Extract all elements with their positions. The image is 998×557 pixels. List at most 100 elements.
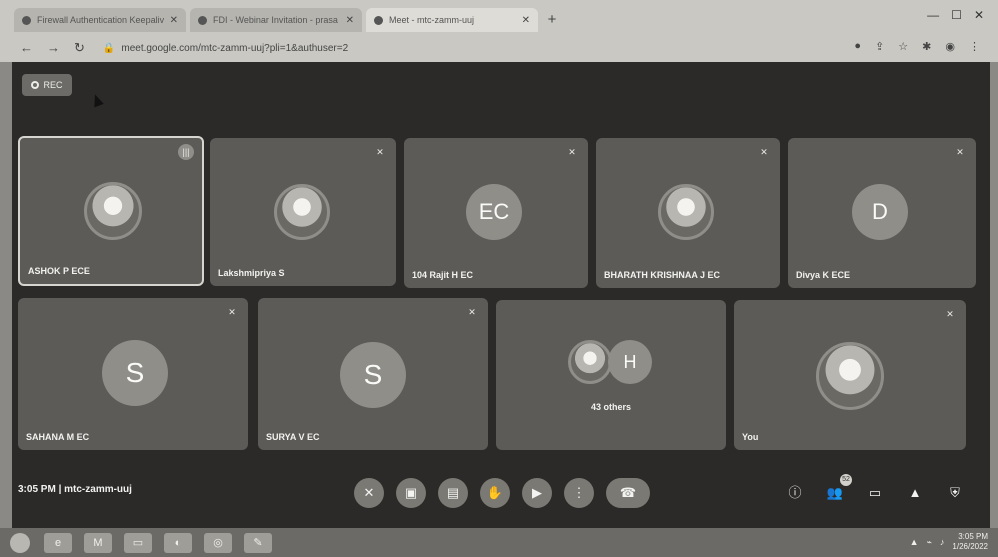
- close-window-icon[interactable]: ✕: [974, 8, 984, 22]
- maximize-icon[interactable]: ☐: [951, 8, 962, 22]
- mic-toggle-button[interactable]: ✕: [354, 478, 384, 508]
- tab-firewall[interactable]: Firewall Authentication Keepalive ✕: [14, 8, 186, 32]
- participant-name: BHARATH KRISHNAA J EC: [604, 270, 721, 280]
- avatar: S: [102, 340, 168, 406]
- system-tray: ▲ ⌁ ♪ 3:05 PM 1/26/2022: [910, 532, 988, 552]
- folder-icon[interactable]: ▭: [124, 532, 152, 553]
- mic-off-icon: ✕: [946, 309, 954, 319]
- mic-off-icon: ✕: [376, 147, 384, 157]
- volume-icon[interactable]: ♪: [940, 537, 945, 547]
- share-icon[interactable]: ⇪: [875, 40, 884, 53]
- avatar: EC: [466, 184, 522, 240]
- url-field[interactable]: 🔒 meet.google.com/mtc-zamm-uuj?pli=1&aut…: [103, 43, 348, 54]
- nav-buttons: ← → ↻: [20, 40, 85, 56]
- raise-hand-button[interactable]: ✋: [480, 478, 510, 508]
- meeting-details-icon[interactable]: ⓘ: [784, 482, 806, 504]
- menu-icon[interactable]: ⋮: [969, 40, 980, 53]
- mouse-cursor-icon: [90, 92, 104, 108]
- windows-taskbar: e M ▭ ◐ ◎ ✎ ▲ ⌁ ♪ 3:05 PM 1/26/2022: [0, 528, 998, 557]
- participant-tile[interactable]: ✕ You: [734, 300, 966, 450]
- forward-icon[interactable]: →: [47, 40, 60, 56]
- speaking-indicator-icon: |||: [178, 144, 194, 160]
- rec-label: REC: [43, 80, 63, 90]
- participant-tile[interactable]: ✕ S SURYA V EC: [258, 298, 488, 450]
- tray-arrow-icon[interactable]: ▲: [910, 537, 919, 547]
- ie-icon[interactable]: e: [44, 532, 72, 553]
- paint-icon[interactable]: ✎: [244, 532, 272, 553]
- participant-name: You: [742, 432, 759, 442]
- meeting-toolbar: 3:05 PM | mtc-zamm-uuj ✕ ▣ ▤ ✋ ▶ ⋮ ☎ ⓘ 👥…: [12, 458, 990, 528]
- start-icon[interactable]: [10, 532, 30, 553]
- browser-toolbar: ● ⇪ ☆ ✱ ◉ ⋮: [854, 40, 980, 53]
- activities-icon[interactable]: ▲: [904, 482, 926, 504]
- avatar: [658, 184, 714, 240]
- lock-icon: 🔒: [102, 42, 116, 54]
- participant-tile[interactable]: ✕ EC 104 Rajit H EC: [404, 138, 588, 288]
- window-controls: — ☐ ✕: [927, 8, 984, 22]
- participant-name: Lakshmipriya S: [218, 268, 285, 278]
- meet-window: REC ||| ASHOK P ECE ✕ Lakshmipriya S ✕ E…: [12, 62, 990, 528]
- clock[interactable]: 3:05 PM 1/26/2022: [952, 532, 988, 552]
- present-button[interactable]: ▶: [522, 478, 552, 508]
- participant-name: ASHOK P ECE: [28, 266, 90, 276]
- url-text: meet.google.com/mtc-zamm-uuj?pli=1&authu…: [121, 42, 349, 54]
- mic-off-icon: ✕: [568, 147, 576, 157]
- avatar: H: [608, 340, 652, 384]
- clock-date: 1/26/2022: [952, 542, 988, 551]
- tab-title: Meet - mtc-zamm-uuj: [389, 15, 475, 25]
- record-icon: [31, 81, 40, 89]
- close-icon[interactable]: ✕: [522, 15, 530, 26]
- people-count-badge: 52: [840, 474, 852, 486]
- new-tab-button[interactable]: +: [542, 10, 562, 30]
- leave-call-button[interactable]: ☎: [606, 478, 650, 508]
- gmail-icon: [198, 15, 207, 25]
- avatar: [816, 342, 884, 410]
- tab-meet[interactable]: Meet - mtc-zamm-uuj ✕: [366, 8, 538, 32]
- meeting-info: 3:05 PM | mtc-zamm-uuj: [18, 484, 132, 495]
- tab-fdi[interactable]: FDI - Webinar Invitation - prasa ✕: [190, 8, 362, 32]
- side-panel-controls: ⓘ 👥 52 ▭ ▲ ⛨: [784, 474, 966, 504]
- participant-tile[interactable]: ||| ASHOK P ECE: [18, 136, 204, 286]
- participant-tile[interactable]: ✕ D Divya K ECE: [788, 138, 976, 288]
- firefox-icon[interactable]: ◐: [164, 532, 192, 553]
- bookmark-star-icon[interactable]: ☆: [898, 40, 908, 53]
- avatar: S: [340, 342, 406, 408]
- clock-time: 3:05 PM: [958, 532, 988, 541]
- meet-icon: [374, 15, 383, 25]
- network-icon[interactable]: ⌁: [926, 537, 931, 548]
- avatar: [84, 182, 142, 240]
- profile-icon[interactable]: ◉: [945, 40, 955, 53]
- extensions-icon[interactable]: ✱: [922, 40, 931, 53]
- others-tile[interactable]: H 43 others: [496, 300, 726, 450]
- close-icon[interactable]: ✕: [170, 15, 178, 26]
- host-controls-icon[interactable]: ⛨: [944, 482, 966, 504]
- captions-button[interactable]: ▤: [438, 478, 468, 508]
- mic-off-icon: ✕: [468, 307, 476, 317]
- tab-strip: Firewall Authentication Keepalive ✕ FDI …: [14, 8, 562, 34]
- mic-off-icon: ✕: [228, 307, 236, 317]
- chrome-icon[interactable]: ◎: [204, 532, 232, 553]
- participant-tile[interactable]: ✕ BHARATH KRISHNAA J EC: [596, 138, 780, 288]
- participant-name: Divya K ECE: [796, 270, 851, 280]
- others-count: 43 others: [590, 402, 632, 412]
- taskbar-apps: e M ▭ ◐ ◎ ✎: [44, 532, 272, 553]
- close-icon[interactable]: ✕: [346, 15, 354, 26]
- participant-name: SURYA V EC: [266, 432, 320, 442]
- people-icon[interactable]: 👥 52: [824, 474, 852, 504]
- participant-name: 104 Rajit H EC: [412, 270, 474, 280]
- minimize-icon[interactable]: —: [927, 8, 939, 22]
- mic-off-icon: ✕: [956, 147, 964, 157]
- mail-icon[interactable]: M: [84, 532, 112, 553]
- participant-name: SAHANA M EC: [26, 432, 90, 442]
- call-controls: ✕ ▣ ▤ ✋ ▶ ⋮ ☎: [354, 478, 650, 508]
- chat-icon[interactable]: ▭: [864, 482, 886, 504]
- more-options-button[interactable]: ⋮: [564, 478, 594, 508]
- camera-toggle-button[interactable]: ▣: [396, 478, 426, 508]
- avatar: [568, 340, 612, 384]
- reload-icon[interactable]: ↻: [74, 40, 85, 56]
- participant-tile[interactable]: ✕ Lakshmipriya S: [210, 138, 396, 286]
- camera-indicator-icon[interactable]: ●: [854, 40, 861, 53]
- participant-tile[interactable]: ✕ S SAHANA M EC: [18, 298, 248, 450]
- back-icon[interactable]: ←: [20, 40, 33, 56]
- address-bar: ← → ↻ 🔒 meet.google.com/mtc-zamm-uuj?pli…: [0, 36, 998, 60]
